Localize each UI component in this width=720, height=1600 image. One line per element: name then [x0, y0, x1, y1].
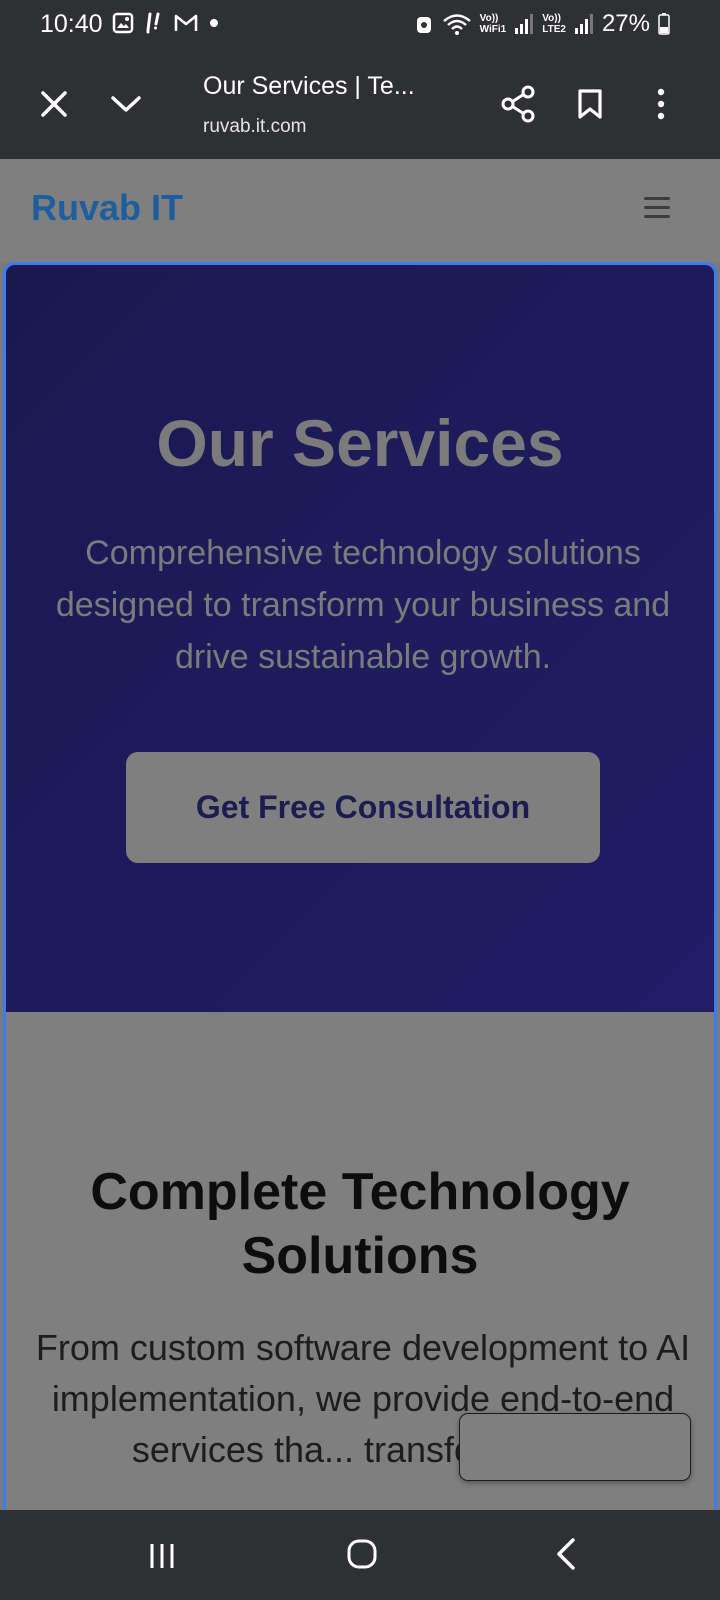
floating-widget[interactable] [459, 1413, 691, 1481]
home-icon [347, 1539, 377, 1569]
battery-percent: 27% [601, 10, 650, 37]
status-time: 10:40 [40, 10, 103, 38]
more-vert-icon [657, 88, 665, 120]
section-title: Complete Technology Solutions [90, 1163, 630, 1285]
bookmark-icon [578, 89, 602, 119]
hamburger-icon[interactable] [644, 197, 670, 224]
signal-icon [515, 14, 534, 34]
wifi-label-bottom: WiFi1 [479, 24, 507, 35]
hero-section: Our Services Comprehensive technology so… [3, 262, 717, 1012]
share-button[interactable] [496, 82, 540, 126]
status-left-icons [112, 12, 220, 34]
status-right-icons: Vo)) WiFi1 Vo)) LTE2 27% [414, 10, 670, 38]
tab-title: Our Services | Te... [203, 72, 415, 100]
notification-icon [146, 12, 160, 34]
alarm-icon [416, 17, 431, 33]
recents-button[interactable] [140, 1534, 184, 1578]
hero-subtitle: Comprehensive technology solutions desig… [55, 534, 671, 676]
site-header: Ruvab IT [0, 159, 720, 262]
close-icon [41, 91, 67, 117]
wifi-icon [442, 14, 471, 35]
url-text[interactable]: ruvab.it.com [203, 116, 306, 138]
lte-label-bottom: LTE2 [542, 24, 566, 35]
more-options-button[interactable] [646, 84, 676, 124]
lte-label-top: Vo)) [542, 13, 561, 24]
signal-icon [574, 14, 593, 34]
recents-icon [150, 1544, 174, 1568]
chevron-down-icon [111, 96, 141, 112]
back-icon [557, 1538, 575, 1570]
dot-icon [210, 19, 218, 27]
share-icon [501, 85, 535, 123]
battery-icon [658, 13, 670, 35]
system-nav-bar [0, 1510, 720, 1600]
brand-logo[interactable]: Ruvab IT [31, 187, 183, 229]
gallery-icon [112, 12, 134, 34]
gmail-icon [174, 14, 198, 31]
bookmark-button[interactable] [570, 84, 610, 124]
minimize-button[interactable] [106, 84, 146, 124]
home-button[interactable] [340, 1532, 384, 1576]
hero-title: Our Services [156, 406, 564, 480]
browser-toolbar: Our Services | Te... ruvab.it.com [0, 52, 720, 159]
status-bar: 10:40 Vo)) WiFi1 Vo)) LTE2 27% [0, 0, 720, 52]
wifi-label-top: Vo)) [479, 13, 499, 24]
back-button[interactable] [544, 1532, 588, 1576]
lte-label: Vo)) LTE2 [542, 13, 566, 35]
free-consultation-button[interactable]: Get Free Consultation [126, 752, 600, 863]
close-button[interactable] [34, 84, 74, 124]
wifi-calling-label: Vo)) WiFi1 [480, 13, 507, 35]
